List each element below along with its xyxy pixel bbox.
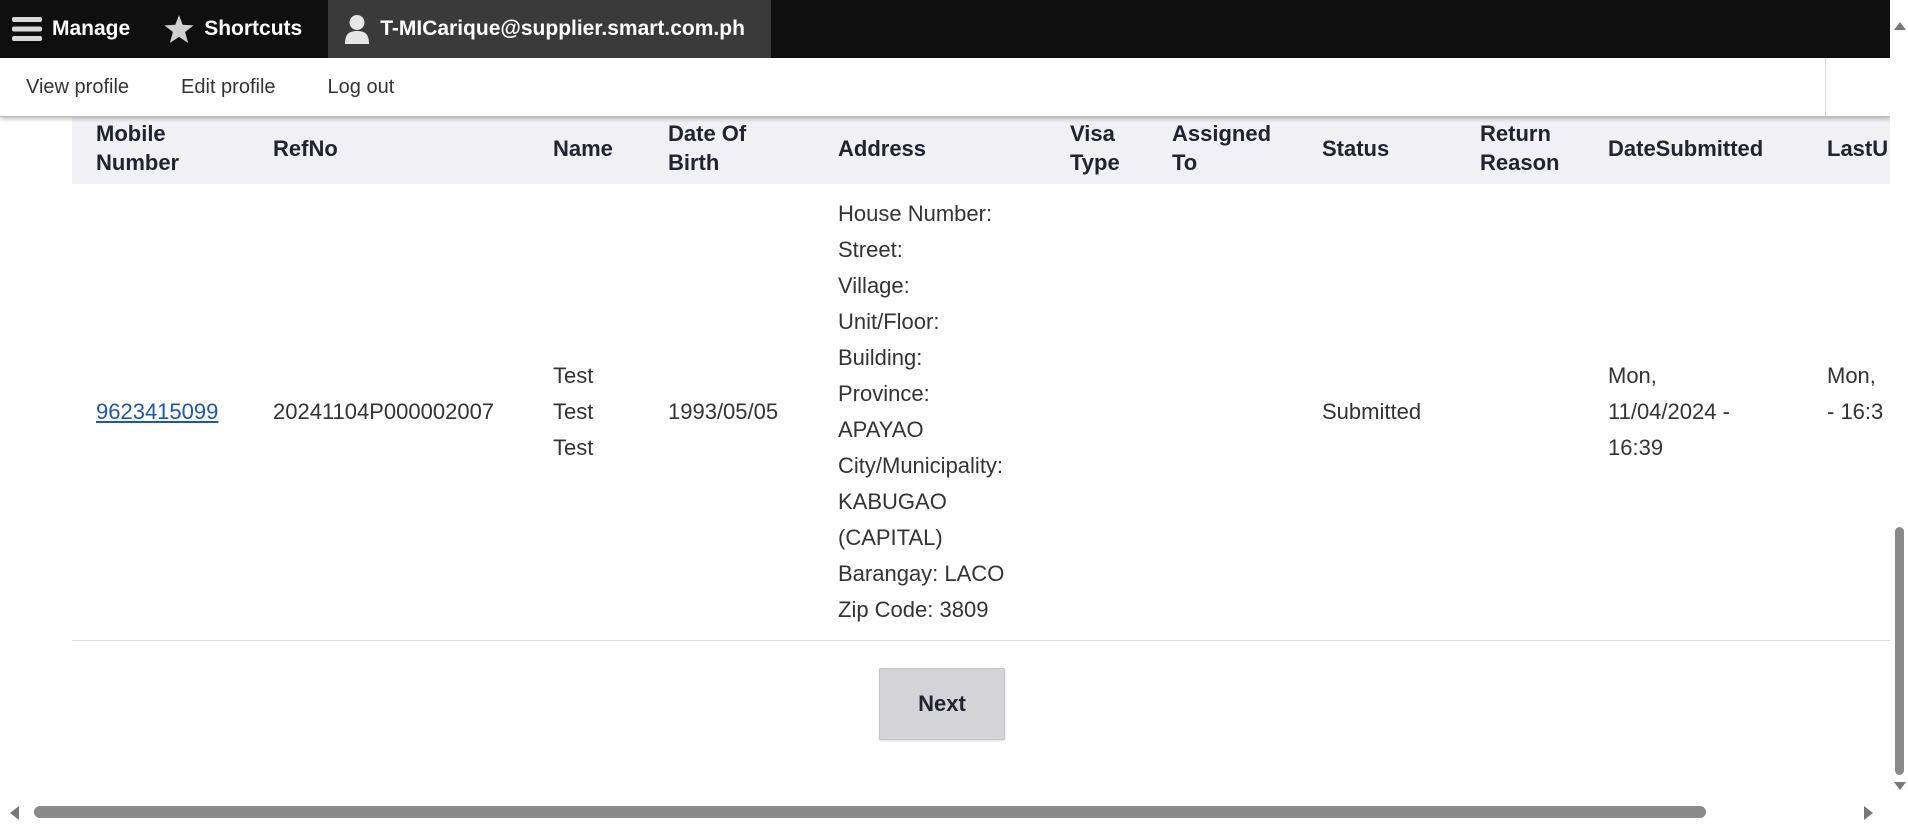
edit-profile-link[interactable]: Edit profile [181, 76, 276, 99]
address-line: Barangay: LACO [838, 561, 1005, 586]
submissions-table: Mobile Number RefNo Name Date Of Birth A… [72, 112, 1890, 641]
mobile-number-link[interactable]: 9623415099 [96, 399, 218, 424]
scroll-left-arrow-icon[interactable] [10, 806, 19, 820]
cell-date-of-birth: 1993/05/05 [644, 184, 814, 641]
column-header-visa-type[interactable]: Visa Type [1046, 112, 1148, 184]
log-out-link[interactable]: Log out [328, 76, 395, 99]
cell-visa-type [1046, 184, 1148, 641]
cell-refno: 20241104P000002007 [249, 184, 529, 641]
cell-name: Test Test Test [529, 184, 644, 641]
date-submitted-line: 16:39 [1608, 435, 1664, 460]
column-header-refno[interactable]: RefNo [249, 112, 529, 184]
column-header-address[interactable]: Address [814, 112, 1046, 184]
content-area: Mobile Number RefNo Name Date Of Birth A… [0, 0, 1890, 800]
column-header-mobile-number[interactable]: Mobile Number [72, 112, 249, 184]
address-line: Unit/Floor: [838, 309, 940, 334]
cell-last-updated: Mon, - 16:3 [1803, 184, 1890, 641]
view-profile-link[interactable]: View profile [26, 76, 129, 99]
address-line: Zip Code: 3809 [838, 597, 989, 622]
cell-mobile-number: 9623415099 [72, 184, 249, 641]
name-line: Test [553, 435, 594, 460]
next-page-button[interactable]: Next [879, 668, 1005, 740]
name-line: Test [553, 363, 594, 388]
scroll-right-arrow-icon[interactable] [1864, 806, 1873, 820]
address-line: City/Municipality: [838, 453, 1004, 478]
user-tray: View profile Edit profile Log out [0, 58, 1890, 117]
name-line: Test [553, 399, 594, 424]
table-row: 9623415099 20241104P000002007 Test Test … [72, 184, 1890, 641]
cell-return-reason [1456, 184, 1584, 641]
date-submitted-line: 11/04/2024 - [1608, 399, 1730, 424]
date-submitted-line: Mon, [1608, 363, 1657, 388]
address-line: (CAPITAL) [838, 525, 943, 550]
cell-assigned-to [1148, 184, 1298, 641]
vertical-scrollbar[interactable] [1890, 0, 1908, 800]
vertical-scroll-thumb[interactable] [1895, 527, 1904, 775]
cell-date-submitted: Mon, 11/04/2024 - 16:39 [1584, 184, 1803, 641]
column-header-name[interactable]: Name [529, 112, 644, 184]
scroll-down-arrow-icon[interactable] [1894, 782, 1906, 790]
address-line: Building: [838, 345, 923, 370]
column-header-assigned-to[interactable]: Assigned To [1148, 112, 1298, 184]
last-updated-line: - 16:3 [1827, 399, 1884, 424]
cell-status: Submitted [1298, 184, 1456, 641]
address-line: APAYAO [838, 417, 924, 442]
scroll-up-arrow-icon[interactable] [1894, 22, 1906, 30]
table-header-row: Mobile Number RefNo Name Date Of Birth A… [72, 112, 1890, 184]
address-line: Province: [838, 381, 930, 406]
cell-address: House Number: Street: Village: Unit/Floo… [814, 184, 1046, 641]
column-header-last-updated[interactable]: LastU [1803, 112, 1890, 184]
address-line: Street: [838, 237, 903, 262]
horizontal-scrollbar[interactable] [0, 800, 1908, 825]
column-header-status[interactable]: Status [1298, 112, 1456, 184]
address-line: KABUGAO [838, 489, 947, 514]
last-updated-line: Mon, [1827, 363, 1876, 388]
column-header-return-reason[interactable]: Return Reason [1456, 112, 1584, 184]
tray-toggle-area[interactable] [1825, 58, 1890, 116]
address-line: Village: [838, 273, 910, 298]
address-line: House Number: [838, 201, 993, 226]
column-header-date-of-birth[interactable]: Date Of Birth [644, 112, 814, 184]
column-header-date-submitted[interactable]: DateSubmitted [1584, 112, 1803, 184]
horizontal-scroll-thumb[interactable] [34, 806, 1706, 818]
